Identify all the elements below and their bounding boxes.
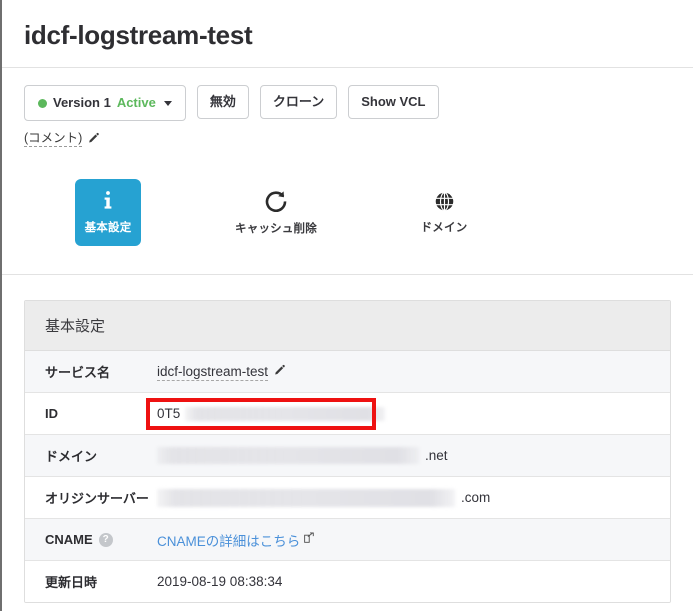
show-vcl-button[interactable]: Show VCL [348,85,438,119]
tab-label: キャッシュ削除 [235,220,317,236]
external-link-icon [303,532,315,547]
redacted-value [157,489,455,507]
cname-details-link[interactable]: CNAMEの詳細はこちら [157,530,315,550]
basic-settings-panel: 基本設定 サービス名 idcf-logstream-test ID 0T5 [24,300,671,603]
row-label: CNAME ? [25,532,157,547]
tab-basic-settings[interactable]: 基本設定 [24,167,192,256]
table-row: CNAME ? CNAMEの詳細はこちら [25,519,670,561]
tab-cache-purge[interactable]: キャッシュ削除 [192,167,360,256]
viewport-left-border [0,0,2,611]
comment-row: (コメント) [2,121,693,147]
service-detail-page: idcf-logstream-test Version 1 Active 無効 … [2,0,693,611]
row-label: オリジンサーバー [25,488,157,507]
tab-bar: 基本設定 キャッシュ削除 [2,167,693,275]
page-title: idcf-logstream-test [24,20,693,51]
row-value-id: 0T5 [157,406,670,421]
tab-label: 基本設定 [85,219,132,235]
redacted-value [157,447,419,464]
row-label: 更新日時 [25,572,157,591]
panel-heading: 基本設定 [25,301,670,351]
version-label: Version 1 [53,95,111,111]
question-mark-icon[interactable]: ? [99,533,113,547]
row-value-updated-at: 2019-08-19 08:38:34 [157,574,670,589]
redacted-value [185,407,385,421]
table-row: オリジンサーバー .com [25,477,670,519]
tab-domain[interactable]: ドメイン [360,167,528,256]
page-header: idcf-logstream-test [2,0,693,68]
row-label-text: CNAME [45,532,93,547]
status-dot-icon [38,99,47,108]
row-value-cname: CNAMEの詳細はこちら [157,530,670,550]
row-value-origin-server: .com [157,489,670,507]
service-name-value[interactable]: idcf-logstream-test [157,363,268,381]
refresh-icon [264,189,288,213]
comment-label[interactable]: (コメント) [24,130,82,147]
domain-suffix: .net [425,448,448,463]
cname-link-text: CNAMEの詳細はこちら [157,530,300,550]
row-label: ID [25,406,157,421]
row-value-domain: .net [157,447,670,464]
pencil-icon[interactable] [273,364,286,380]
table-row: ID 0T5 [25,393,670,435]
table-row: サービス名 idcf-logstream-test [25,351,670,393]
table-row: 更新日時 2019-08-19 08:38:34 [25,561,670,602]
row-value-service-name: idcf-logstream-test [157,363,670,381]
tab-label: ドメイン [421,219,468,235]
chevron-down-icon [164,101,172,106]
clone-button[interactable]: クローン [260,85,337,119]
origin-suffix: .com [461,490,490,505]
row-label: ドメイン [25,446,157,465]
info-icon [99,190,117,212]
service-id-value: 0T5 [157,406,180,421]
pencil-icon[interactable] [87,132,100,145]
disable-button[interactable]: 無効 [197,85,249,119]
version-status-label: Active [117,95,156,111]
version-selector-button[interactable]: Version 1 Active [24,85,186,121]
table-row: ドメイン .net [25,435,670,477]
action-toolbar: Version 1 Active 無効 クローン Show VCL [2,68,693,121]
globe-icon [434,191,455,212]
row-label: サービス名 [25,362,157,381]
